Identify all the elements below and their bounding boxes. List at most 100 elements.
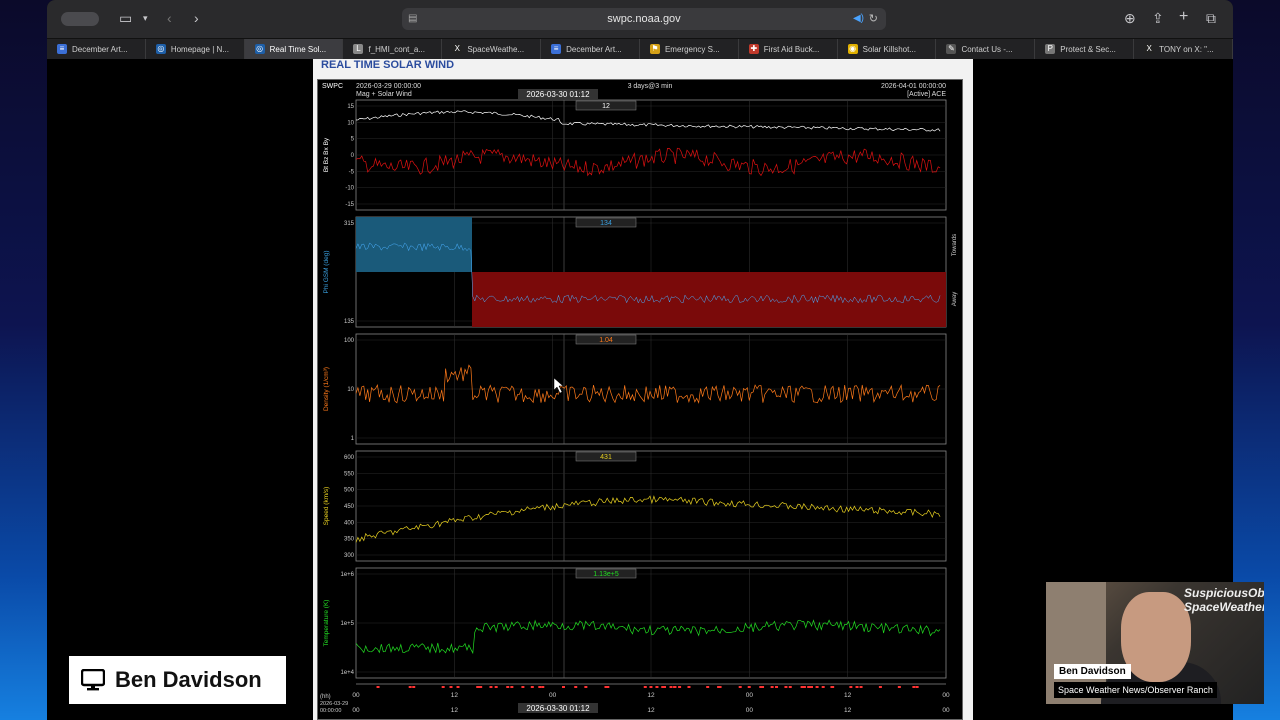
solar-wind-svg: SWPC 2026-03-29 00:00:00Mag + Solar Wind 2… — [320, 83, 958, 714]
panel-tick-label: 600 — [344, 455, 355, 461]
tab-8[interactable]: ◉ Solar Killshot... — [838, 39, 937, 59]
plot-start: 2026-03-29 00:00:00 — [356, 83, 421, 90]
chevron-down-icon[interactable]: ▾ — [143, 13, 148, 24]
swpc-page: REAL TIME SOLAR WIND SWPC 2026-03-29 00:0… — [313, 59, 973, 720]
panel-tick-label: 5 — [351, 137, 355, 143]
panel-tick-label: -15 — [345, 202, 354, 208]
event-marker — [784, 686, 788, 688]
new-tab-icon[interactable]: + — [1179, 8, 1188, 26]
event-marker — [809, 686, 813, 688]
panel-tick-label: 1 — [351, 436, 355, 442]
event-marker — [449, 686, 453, 688]
tab-2[interactable]: ◎ Real Time Sol... — [244, 39, 344, 59]
solar-wind-plot[interactable]: SWPC 2026-03-29 00:00:00 Mag + Solar Wind 2… — [317, 79, 963, 720]
page-settings-icon[interactable]: ▤ — [408, 8, 417, 30]
panel-tick-label: -5 — [349, 169, 355, 175]
webcam-show-label: Space Weather News/Observer Ranch — [1054, 682, 1217, 698]
tab-favicon-icon: ◎ — [254, 44, 265, 54]
tab-overview-icon[interactable]: ⧉ — [1206, 10, 1216, 27]
event-marker — [673, 686, 677, 688]
event-marker — [800, 686, 804, 688]
event-marker — [831, 686, 835, 688]
speaker-icon[interactable]: ◀) — [853, 8, 864, 30]
tab-favicon-icon: L — [353, 44, 364, 54]
x-tick-label-bottom: 12 — [451, 707, 459, 714]
event-marker — [897, 686, 901, 688]
panel-readout: 1.13e+5 — [593, 571, 619, 578]
event-marker — [855, 686, 859, 688]
tab-0[interactable]: ≡ December Art... — [47, 39, 146, 59]
tab-bar: ≡ December Art... ◎ Homepage | N... ◎ Real Ti… — [47, 38, 1233, 59]
x-tick-label: 12 — [451, 692, 459, 699]
sidebar-icon[interactable]: ▭ — [119, 10, 132, 27]
x-tick-label: 00 — [549, 692, 557, 699]
x-tick-label: 12 — [844, 692, 852, 699]
x-tick-label-bottom: 12 — [844, 707, 852, 714]
monitor-icon — [81, 669, 105, 691]
webcam-overlay: SuspiciousObservers SpaceWeather Ben Dav… — [1046, 582, 1264, 704]
panel-readout: 431 — [600, 454, 612, 461]
x-tick-label-bottom: 00 — [746, 707, 754, 714]
event-marker — [687, 686, 691, 688]
tab-10[interactable]: P Protect & Sec... — [1035, 39, 1135, 59]
event-marker — [807, 686, 811, 688]
url-text: swpc.noaa.gov — [607, 13, 681, 25]
event-marker — [678, 686, 682, 688]
panel-tick-label: 350 — [344, 537, 355, 543]
event-marker — [441, 686, 445, 688]
panel-tick-label: 1e+4 — [340, 670, 354, 676]
plot-subtitle: Mag + Solar Wind — [356, 91, 412, 98]
event-marker — [643, 686, 647, 688]
event-marker — [561, 686, 565, 688]
panel-tick-label: 550 — [344, 471, 355, 477]
tab-6[interactable]: ⚑ Emergency S... — [640, 39, 739, 59]
tab-favicon-icon: ✚ — [748, 44, 759, 54]
event-marker — [521, 686, 525, 688]
tab-3[interactable]: Lf_HMI_cont_a... — [343, 39, 443, 59]
x-tick-label: 00 — [746, 692, 754, 699]
browser-toolbar: ▭ ▾ ‹ › ▤ swpc.noaa.gov ◀) ↻ ⊕ ⇪ + ⧉ — [47, 0, 1233, 38]
event-marker — [376, 686, 380, 688]
window-controls[interactable] — [61, 12, 99, 26]
tab-label: Homepage | N... — [170, 44, 229, 54]
tab-7[interactable]: ✚ First Aid Buck... — [739, 39, 838, 59]
download-icon[interactable]: ⊕ — [1124, 10, 1136, 27]
reload-icon[interactable]: ↻ — [869, 8, 878, 30]
share-icon[interactable]: ⇪ — [1152, 10, 1164, 27]
event-marker — [878, 686, 882, 688]
event-marker — [530, 686, 534, 688]
tab-1[interactable]: ◎ Homepage | N... — [146, 39, 245, 59]
event-marker — [408, 686, 412, 688]
tab-label: Contact Us -... — [961, 44, 1013, 54]
event-marker — [541, 686, 545, 688]
tab-4[interactable]: X SpaceWeathe... — [442, 39, 542, 59]
tab-label: f_HMI_cont_a... — [368, 44, 425, 54]
x-tick-label-bottom: 00 — [942, 707, 950, 714]
x-label-hh: (hh) — [320, 694, 331, 700]
panel-readout: 134 — [600, 220, 612, 227]
event-marker — [770, 686, 774, 688]
tab-11[interactable]: X TONY on X: "... — [1134, 39, 1233, 59]
x-start-date: 2026-03-29 — [320, 701, 348, 707]
forward-icon[interactable]: › — [194, 10, 199, 26]
event-marker — [788, 686, 792, 688]
plot-org: SWPC — [322, 83, 343, 90]
address-bar[interactable]: ▤ swpc.noaa.gov ◀) ↻ — [402, 8, 886, 30]
tab-label: SpaceWeathe... — [467, 44, 525, 54]
event-marker — [775, 686, 779, 688]
panel-tick-label: 300 — [344, 553, 355, 559]
away-label: Away — [952, 292, 958, 307]
tab-5[interactable]: ≡ December Art... — [541, 39, 640, 59]
panel-tick-label: 450 — [344, 504, 355, 510]
cursor-time-bottom: 2026-03-30 01:12 — [526, 704, 590, 713]
event-marker — [663, 686, 667, 688]
panel-readout: 12 — [602, 103, 610, 110]
tab-favicon-icon: ≡ — [551, 44, 562, 54]
panel-tick-label: 400 — [344, 520, 355, 526]
event-marker — [815, 686, 819, 688]
page-title: REAL TIME SOLAR WIND — [321, 59, 455, 71]
back-icon[interactable]: ‹ — [167, 10, 172, 26]
panel-tick-label: -10 — [345, 186, 354, 192]
tab-9[interactable]: ✎ Contact Us -... — [936, 39, 1036, 59]
tab-label: Protect & Sec... — [1060, 44, 1116, 54]
